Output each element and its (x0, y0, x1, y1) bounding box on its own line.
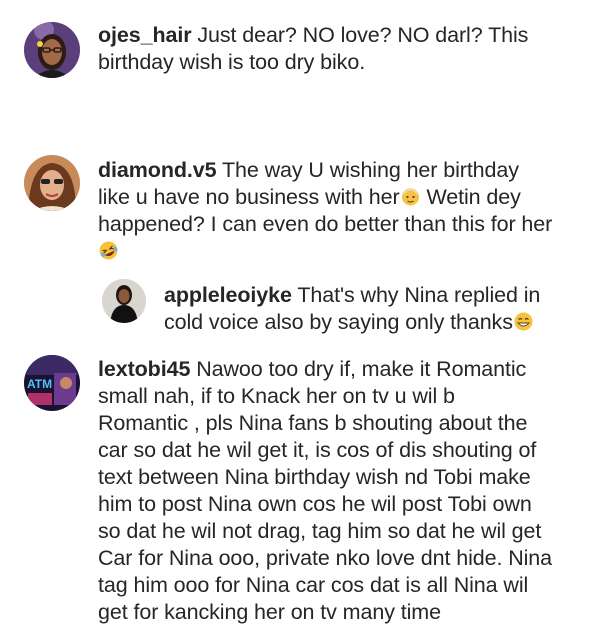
avatar-label: ATM (27, 377, 52, 391)
comment-text: Just dear? NO love? NO darl? This (197, 23, 529, 47)
comment-text: cold voice also by saying only thanks (164, 310, 513, 334)
comment-text: like u have no business with her (98, 185, 400, 209)
comment-text: The way U wishing her birthday (221, 158, 519, 182)
rofl-emoji-icon (98, 240, 119, 261)
comment-text: him to post Nina own cos he wil post Tob… (98, 492, 532, 516)
comment-text: That's why Nina replied in (297, 283, 541, 307)
comment-text: tag him ooo for Nina car cos dat is all … (98, 573, 529, 597)
avatar[interactable]: ATM (24, 355, 80, 411)
woman-black-dress-avatar-icon (102, 279, 146, 323)
comment-text: Wetin dey (426, 185, 521, 209)
atm-logo-avatar-icon: ATM (24, 355, 80, 411)
woman-sunglasses-avatar-icon (24, 155, 80, 211)
comment-text: Car for Nina ooo, private nko love dnt h… (98, 546, 553, 570)
grinning-smile-emoji-icon (513, 311, 534, 332)
comment-username[interactable]: appleleoiyke (164, 283, 292, 307)
comment-text: birthday wish is too dry biko. (98, 50, 366, 74)
comment-text: Romantic , pls Nina fans b shouting abou… (98, 411, 528, 435)
older-woman-emoji-icon (400, 186, 421, 207)
comment-username[interactable]: ojes_hair (98, 23, 192, 47)
comment-username[interactable]: diamond.v5 (98, 158, 217, 182)
comment-text: Nawoo too dry if, make it Romantic (196, 357, 527, 381)
avatar[interactable] (24, 22, 80, 78)
comment-text: so dat he wil not drag, tag him so dat h… (98, 519, 542, 543)
comment-username[interactable]: lextobi45 (98, 357, 190, 381)
comment-text: car so dat he wil get it, is cos of dis … (98, 438, 537, 462)
comment-text: happened? I can even do better than this… (98, 212, 553, 236)
comment-text: text between Nina birthday wish nd Tobi … (98, 465, 531, 489)
comment-text: get for kancking her on tv many time (98, 600, 441, 624)
woman-glasses-avatar-icon (24, 22, 80, 78)
comment-text: small nah, if to Knack her on tv u wil b (98, 384, 455, 408)
avatar[interactable] (102, 279, 146, 323)
avatar[interactable] (24, 155, 80, 211)
